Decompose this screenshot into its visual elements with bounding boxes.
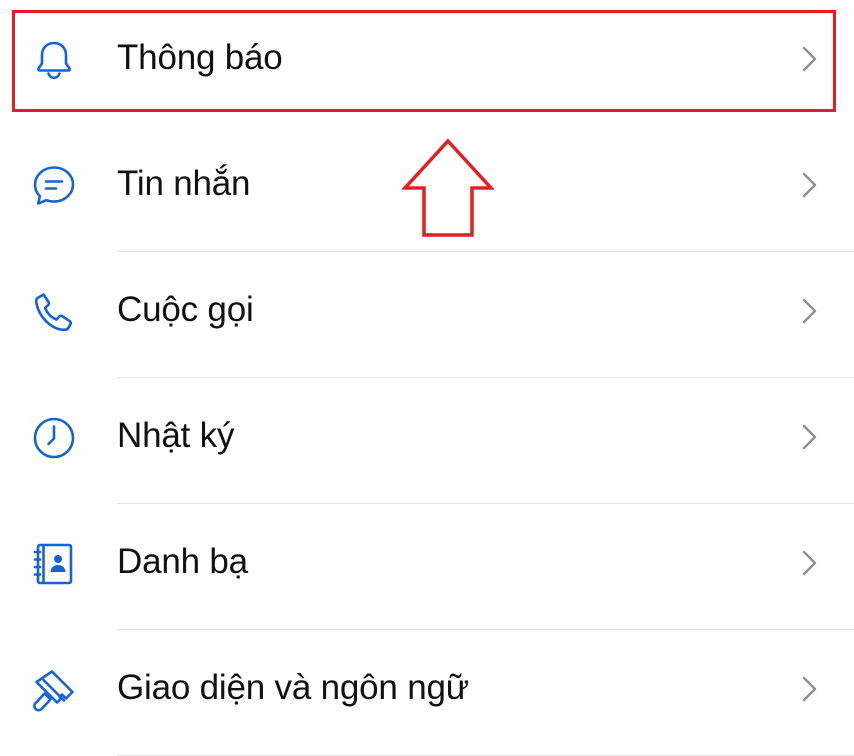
phone-icon (30, 288, 78, 336)
settings-item-contacts[interactable]: Danh bạ (0, 504, 854, 630)
settings-item-label: Nhật ký (117, 416, 235, 455)
chevron-right-icon (798, 44, 820, 74)
chevron-right-icon (798, 170, 820, 200)
bell-icon (30, 36, 78, 84)
chevron-right-icon (798, 674, 820, 704)
chat-bubble-icon (30, 162, 78, 210)
chevron-right-icon (798, 296, 820, 326)
settings-item-label: Tin nhắn (117, 164, 251, 203)
settings-item-calls[interactable]: Cuộc gọi (0, 252, 854, 378)
chevron-right-icon (798, 548, 820, 578)
settings-item-timeline[interactable]: Nhật ký (0, 378, 854, 504)
settings-item-label: Cuộc gọi (117, 290, 254, 329)
settings-item-label: Giao diện và ngôn ngữ (117, 668, 469, 707)
chevron-right-icon (798, 422, 820, 452)
settings-item-label: Danh bạ (117, 542, 248, 581)
paintbrush-icon (30, 666, 78, 714)
settings-item-messages[interactable]: Tin nhắn (0, 126, 854, 252)
clock-icon (30, 414, 78, 462)
contacts-book-icon (30, 540, 78, 588)
settings-item-appearance-language[interactable]: Giao diện và ngôn ngữ (0, 630, 854, 756)
settings-item-label: Thông báo (117, 38, 283, 77)
settings-item-notifications[interactable]: Thông báo (0, 0, 854, 126)
